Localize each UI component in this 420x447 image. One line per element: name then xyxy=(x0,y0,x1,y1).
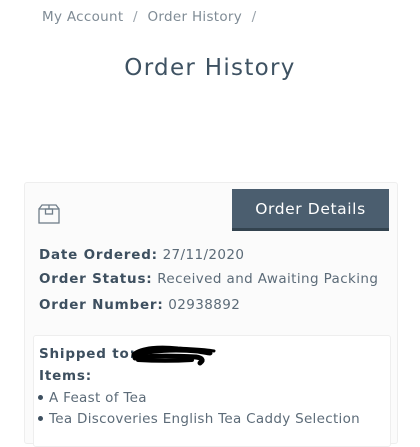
date-ordered-row: Date Ordered: 27/11/2020 xyxy=(39,247,244,263)
order-details-button[interactable]: Order Details xyxy=(232,189,389,231)
order-item-name: A Feast of Tea xyxy=(49,390,147,406)
breadcrumb-separator: / xyxy=(251,9,257,25)
items-label: Items: xyxy=(39,368,92,384)
box-icon xyxy=(38,204,60,224)
page-title: Order History xyxy=(124,55,296,81)
breadcrumb-my-account[interactable]: My Account xyxy=(42,9,123,25)
order-item-name: Tea Discoveries English Tea Caddy Select… xyxy=(49,411,361,427)
breadcrumb-order-history[interactable]: Order History xyxy=(147,9,242,25)
date-ordered-value: 27/11/2020 xyxy=(162,247,245,263)
redaction-scribble xyxy=(131,345,216,366)
order-status-row: Order Status: Received and Awaiting Pack… xyxy=(39,271,378,287)
shipped-to-label: Shipped to: xyxy=(39,346,136,362)
order-status-value: Received and Awaiting Packing xyxy=(157,271,379,287)
bullet-icon xyxy=(38,394,43,400)
order-number-row: Order Number: 02938892 xyxy=(39,297,240,313)
order-number-value: 02938892 xyxy=(168,297,241,313)
breadcrumb: My Account / Order History / xyxy=(42,9,262,25)
order-item: A Feast of Tea xyxy=(38,390,147,406)
order-item: Tea Discoveries English Tea Caddy Select… xyxy=(38,411,360,427)
date-ordered-label: Date Ordered: xyxy=(39,247,158,263)
order-status-label: Order Status: xyxy=(39,271,153,287)
breadcrumb-separator: / xyxy=(133,9,138,25)
order-number-label: Order Number: xyxy=(39,297,164,313)
